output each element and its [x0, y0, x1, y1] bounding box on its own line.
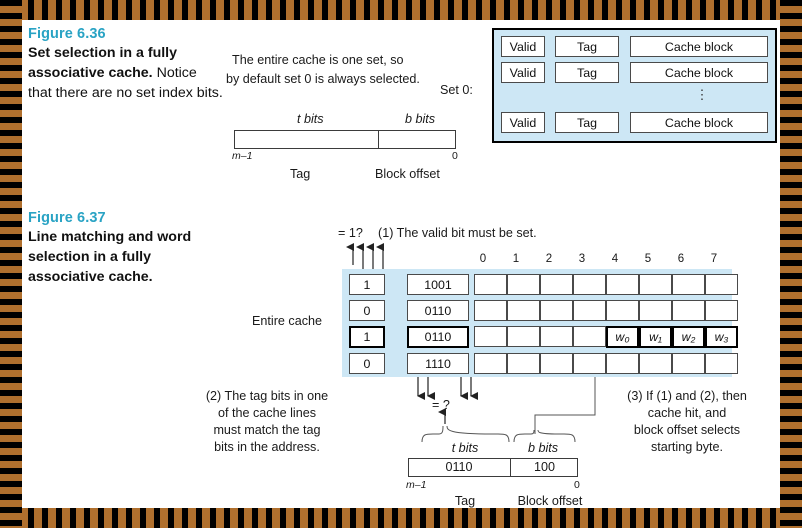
figure-637-note-3: (3) If (1) and (2), then cache hit, and …: [597, 388, 777, 456]
figure-637-block-offset-label: Block offset: [517, 494, 583, 508]
figure-637-line-2-word-7: w₃: [705, 326, 738, 348]
figure-canvas: Figure 6.36 Set selection in a fully ass…: [22, 20, 780, 508]
figure-637-address-msb: m–1: [406, 479, 427, 491]
figure-637-line-0-word-1: [507, 274, 540, 295]
figure-637-col-header-5: 5: [644, 253, 652, 265]
figure-637-address-tag-value: 0110: [445, 460, 473, 474]
figure-637-line-1-tag: 0110: [407, 300, 469, 321]
figure-637-line-2-word-4: w₀: [606, 326, 639, 348]
border-stripe-bottom: [0, 508, 802, 528]
figure-637-line-1-word-4: [606, 300, 639, 321]
figure-637-line-2-word-2: [540, 326, 573, 347]
figure-637-note-2-line-1: of the cache lines: [217, 405, 316, 420]
figure-637-tag-check-label: = ?: [432, 398, 450, 412]
figure-637-t-bits-label: t bits: [451, 441, 479, 455]
figure-637-line-1-word-2: [540, 300, 573, 321]
figure-637-line-2-word-0: [474, 326, 507, 347]
figure-637-line-3-word-3: [573, 353, 606, 374]
figure-637-line-1-word-3: [573, 300, 606, 321]
figure-637-note-2-line-0: (2) The tag bits in one: [205, 389, 329, 403]
figure-637-note-3-line-0: (3) If (1) and (2), then: [627, 389, 747, 403]
figure-637-col-header-4: 4: [611, 253, 619, 265]
figure-637-line-0-word-6: [672, 274, 705, 295]
figure-637-line-2-word-1: [507, 326, 540, 347]
figure-637-entire-cache-label: Entire cache: [252, 314, 323, 328]
figure-637-line-1-word-5: [639, 300, 672, 321]
figure-637-line-2-valid: 1: [349, 326, 385, 348]
figure-637-note-2-line-3: bits in the address.: [214, 439, 320, 454]
figure-637-line-0-valid: 1: [349, 274, 385, 295]
figure-637-line-3-word-4: [606, 353, 639, 374]
figure-637-line-2-word-5: w₁: [639, 326, 672, 348]
figure-637-line-1-word-0: [474, 300, 507, 321]
figure-637-note-2: (2) The tag bits in one of the cache lin…: [172, 388, 362, 456]
figure-637-address-lsb: 0: [574, 479, 580, 491]
figure-637-col-header-7: 7: [710, 253, 718, 265]
figure-637-note-2-line-2: must match the tag: [213, 422, 321, 437]
figure-637-line-0-word-4: [606, 274, 639, 295]
figure-637-line-1-word-6: [672, 300, 705, 321]
figure-637-col-header-0: 0: [479, 253, 487, 265]
figure-637-line-0-word-2: [540, 274, 573, 295]
figure-637-line-0-word-5: [639, 274, 672, 295]
figure-637-note-3-line-1: cache hit, and: [647, 405, 727, 420]
figure-637-line-0-word-7: [705, 274, 738, 295]
border-stripe-right: [780, 0, 802, 528]
figure-637-col-header-6: 6: [677, 253, 685, 265]
figure-637-b-bits-label: b bits: [527, 441, 559, 455]
figure-637-line-3-word-5: [639, 353, 672, 374]
figure-637-col-header-2: 2: [545, 253, 553, 265]
figure-637-line-3-word-7: [705, 353, 738, 374]
figure-637-line-3-tag: 1110: [407, 353, 469, 374]
figure-637-line-3-word-0: [474, 353, 507, 374]
figure-637-col-header-1: 1: [512, 253, 520, 265]
border-stripe-top: [0, 0, 802, 20]
figure-637-line-1-valid: 0: [349, 300, 385, 321]
figure-637-col-header-3: 3: [578, 253, 586, 265]
figure-637-line-2-word-3: [573, 326, 606, 347]
figure-637-line-1-word-7: [705, 300, 738, 321]
figure-637-tag-label: Tag: [454, 494, 476, 508]
figure-637-line-2-tag: 0110: [407, 326, 469, 348]
figure-637-line-3-word-1: [507, 353, 540, 374]
figure-637-line-0-word-3: [573, 274, 606, 295]
figure-637-line-3-word-6: [672, 353, 705, 374]
figure-637-line-3-valid: 0: [349, 353, 385, 374]
figure-637-note-3-line-3: starting byte.: [650, 439, 724, 454]
figure-637-note-3-line-2: block offset selects: [633, 422, 741, 437]
figure-637-line-0-word-0: [474, 274, 507, 295]
border-stripe-left: [0, 0, 22, 528]
figure-637-line-1-word-1: [507, 300, 540, 321]
figure-637-line-2-word-6: w₂: [672, 326, 705, 348]
figure-page: Figure 6.36 Set selection in a fully ass…: [0, 0, 802, 528]
figure-637-line-3-word-2: [540, 353, 573, 374]
figure-637-line-0-tag: 1001: [407, 274, 469, 295]
figure-637-address-offset-value: 100: [533, 460, 555, 474]
